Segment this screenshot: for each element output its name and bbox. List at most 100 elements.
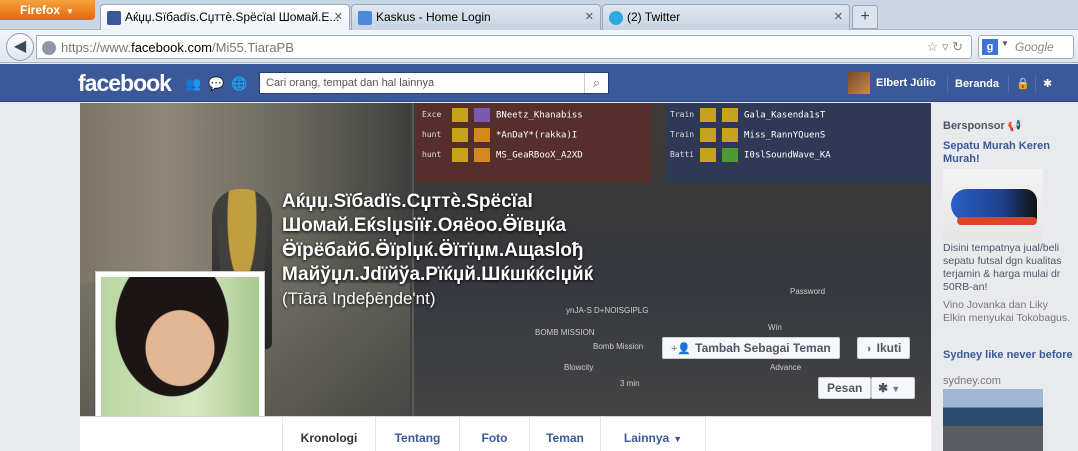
close-icon[interactable]: ✕ <box>585 10 594 23</box>
facebook-search-input[interactable]: Cari orang, tempat dan hal lainnya ⌕ <box>259 72 609 94</box>
add-friend-label: Tambah Sebagai Teman <box>695 341 831 355</box>
close-icon[interactable]: ✕ <box>834 10 843 23</box>
profile-options-button[interactable]: ✱ ▼ <box>871 377 915 399</box>
rank-icon <box>700 128 716 142</box>
message-button[interactable]: Pesan <box>818 377 872 399</box>
ad-text: Disini tempatnya jual/beli sepatu futsal… <box>943 242 1062 293</box>
home-link[interactable]: Beranda <box>955 78 999 90</box>
ad-image-shoe[interactable] <box>943 169 1043 241</box>
settings-gear-icon[interactable]: ✱ <box>1043 77 1052 90</box>
browser-tab-twitter[interactable]: (2) Twitter ✕ <box>602 4 850 30</box>
divider <box>947 76 948 92</box>
gear-icon: ✱ <box>878 381 889 395</box>
rank-icon <box>452 128 468 142</box>
firefox-menu-label: Firefox <box>20 3 61 17</box>
star-icon[interactable]: ☆ <box>927 39 939 54</box>
player-class: Batti <box>670 150 695 159</box>
add-friend-icon: +👤 <box>671 343 692 355</box>
profile-tabs: Kronologi Tentang Foto Teman Lainnya ▼ <box>80 416 931 451</box>
facebook-logo[interactable]: facebook <box>78 70 172 97</box>
facebook-icon <box>107 11 121 25</box>
ad-title[interactable]: Sepatu Murah Keren Murah! <box>943 140 1073 166</box>
twitter-icon <box>609 11 623 25</box>
tab-kronologi[interactable]: Kronologi <box>282 417 376 451</box>
ad-social-context: Vino Jovanka dan Liky Elkin menyukai Tok… <box>943 299 1071 324</box>
ad-image-sydney[interactable] <box>943 389 1043 451</box>
player-class: Train <box>670 110 695 119</box>
chevron-down-icon: ▼ <box>673 434 683 444</box>
player-name: Gala_Kasenda1sT <box>744 110 826 121</box>
rank-icon <box>474 128 490 142</box>
message-label: Pesan <box>827 381 863 395</box>
reload-icon[interactable]: ↻ <box>952 39 963 54</box>
player-class: Exce <box>422 110 442 119</box>
cover-label-bomb: BOMB MISSION <box>535 328 595 337</box>
rank-icon <box>722 128 738 142</box>
tab-foto[interactable]: Foto <box>460 417 530 451</box>
cover-player-row: Train Gala_Kasenda1sT <box>670 108 826 124</box>
player-class: hunt <box>422 130 442 139</box>
profile-name-text: Aќџџ.Sїбadїs.Cџттѐ.Spёcїal Шомай.Eќslџsї… <box>282 191 594 285</box>
profile-photo <box>101 277 259 435</box>
ad-title[interactable]: Sydney like never before <box>943 349 1073 362</box>
player-class: hunt <box>422 150 442 159</box>
back-arrow-icon: ◀ <box>13 38 27 55</box>
rank-icon <box>474 148 490 162</box>
search-bar[interactable]: g ▼ Google <box>978 35 1074 59</box>
profile-alternate-name: (Tīārā Iŋdeƥēŋde'nt) <box>282 289 436 309</box>
notifications-icon[interactable]: 🌐 <box>231 76 247 91</box>
add-friend-button[interactable]: +👤 Tambah Sebagai Teman <box>662 337 840 359</box>
user-profile-link[interactable]: Elbert Júlio <box>848 72 936 94</box>
browser-tab-facebook[interactable]: Aќџџ.Sїбadїs.Cџттѐ.Spёcїal Шомай.E... ✕ <box>100 4 350 30</box>
close-icon[interactable]: ✕ <box>334 10 343 23</box>
divider <box>1008 76 1009 92</box>
rank-icon <box>452 148 468 162</box>
firefox-menu-button[interactable]: Firefox ▼ <box>0 0 95 20</box>
cover-label-win: Win <box>768 323 782 332</box>
new-tab-button[interactable]: + <box>852 5 878 29</box>
player-name: Miss_RannYQuenS <box>744 130 826 141</box>
url-bar[interactable]: https://www.facebook.com/Mi55.TiaraPB ☆ … <box>36 35 972 59</box>
divider <box>1035 76 1036 92</box>
cover-player-row: Exce BNeetz_Khanabiss <box>422 108 583 124</box>
cover-label-password: Password <box>790 287 826 296</box>
dropdown-arrow-icon[interactable]: ▿ <box>942 39 949 54</box>
back-button[interactable]: ◀ <box>6 33 34 61</box>
profile-name[interactable]: Aќџџ.Sїбadїs.Cџттѐ.Spёcїal Шомай.Eќslџsї… <box>282 190 612 312</box>
tab-tentang[interactable]: Tentang <box>376 417 460 451</box>
globe-icon <box>42 41 56 55</box>
user-avatar <box>848 72 870 94</box>
rank-icon <box>722 148 738 162</box>
follow-button[interactable]: ◗ Ikuti <box>857 337 911 359</box>
search-icon[interactable]: ⌕ <box>584 73 608 93</box>
url-bar-icons: ☆ ▿ ↻ <box>927 39 963 55</box>
megaphone-icon: 📢 <box>1007 120 1022 132</box>
url-path: /Mi55.TiaraPB <box>212 40 294 55</box>
browser-tab-kaskus[interactable]: Kaskus - Home Login ✕ <box>351 4 601 30</box>
shoe-sole-image <box>957 217 1037 225</box>
rank-icon <box>452 108 468 122</box>
google-icon: g <box>982 39 998 55</box>
privacy-shortcuts-icon[interactable]: 🔒 <box>1016 77 1030 90</box>
tab-lainnya-label: Lainnya <box>623 431 670 445</box>
browser-nav-bar: https://www.facebook.com/Mi55.TiaraPB ☆ … <box>0 30 1078 63</box>
cover-label-time: 3 min <box>620 379 640 388</box>
facebook-header: facebook 👥 💬 🌐 Cari orang, tempat dan hal … <box>0 64 1078 102</box>
cover-player-row: hunt MS_GeaRBooX_A2XD <box>422 148 583 164</box>
rss-icon: ◗ <box>866 343 873 355</box>
chevron-down-icon[interactable]: ▼ <box>1001 39 1009 48</box>
tab-teman[interactable]: Teman <box>530 417 601 451</box>
friend-requests-icon[interactable]: 👥 <box>185 76 201 91</box>
sponsored-heading-label: Bersponsor <box>943 120 1005 132</box>
player-name: BNeetz_Khanabiss <box>496 110 583 121</box>
ad-url[interactable]: sydney.com <box>943 375 1001 387</box>
search-placeholder: Google <box>1015 40 1054 54</box>
rank-icon <box>722 108 738 122</box>
player-name: MS_GeaRBooX_A2XD <box>496 150 583 161</box>
cover-label-mode: Bomb Mission <box>593 342 644 351</box>
messages-icon[interactable]: 💬 <box>208 76 224 91</box>
tab-title: (2) Twitter <box>627 10 681 24</box>
browser-tab-bar: Firefox ▼ Aќџџ.Sїбadїs.Cџттѐ.Spёcїal Шома… <box>0 0 1078 30</box>
cover-label-blowcity: Blowcity <box>564 363 594 372</box>
tab-lainnya[interactable]: Lainnya ▼ <box>601 417 706 451</box>
